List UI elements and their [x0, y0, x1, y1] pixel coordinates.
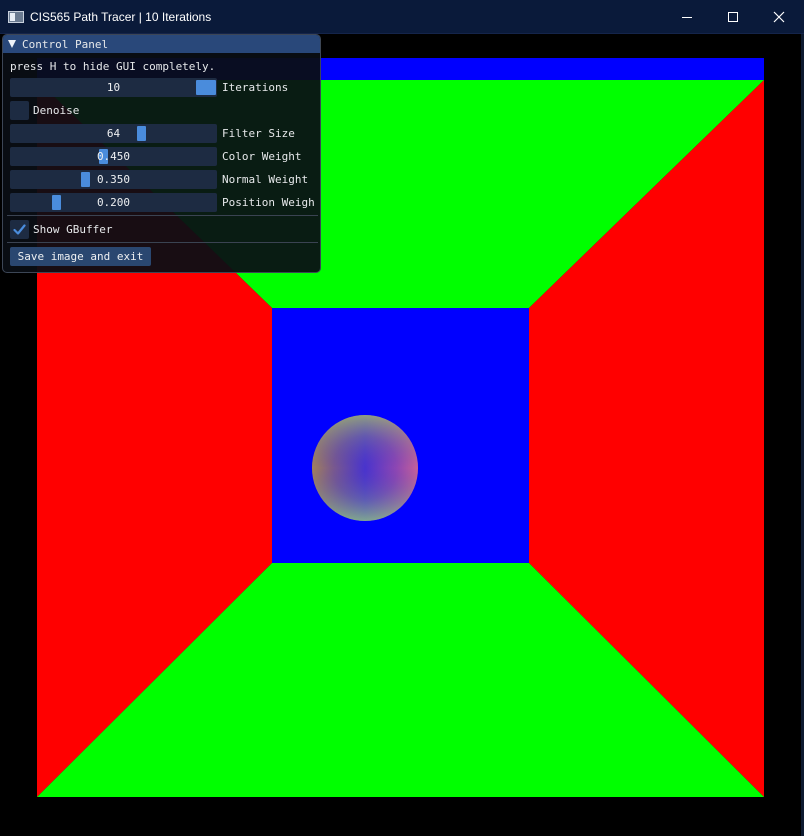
position-weight-value: 0.200	[96, 196, 131, 209]
panel-title: Control Panel	[22, 37, 109, 51]
iterations-label: Iterations	[222, 81, 289, 94]
denoise-checkbox[interactable]	[10, 101, 29, 120]
separator	[7, 215, 318, 216]
minimize-button[interactable]	[664, 0, 710, 34]
hint-text: press H to hide GUI completely.	[10, 60, 216, 73]
maximize-button[interactable]	[710, 0, 756, 34]
denoise-label[interactable]: Denoise	[33, 104, 79, 117]
iterations-slider[interactable]: 10	[10, 78, 217, 97]
close-button[interactable]	[756, 0, 802, 34]
color-weight-value: 0.450	[96, 150, 131, 163]
title-bar[interactable]: CIS565 Path Tracer | 10 Iterations	[0, 0, 804, 34]
show-gbuffer-label[interactable]: Show GBuffer	[33, 223, 112, 236]
separator	[7, 242, 318, 243]
color-weight-label: Color Weight	[222, 150, 302, 163]
normal-weight-value: 0.350	[96, 173, 131, 186]
panel-header[interactable]: Control Panel	[3, 35, 320, 53]
show-gbuffer-checkbox[interactable]	[10, 220, 29, 239]
collapse-triangle-icon[interactable]	[8, 40, 16, 48]
save-image-and-exit-button[interactable]: Save image and exit	[10, 247, 151, 266]
color-weight-slider[interactable]: 0.450	[10, 147, 217, 166]
position-weight-label: Position Weigh	[222, 196, 315, 209]
checkmark-icon	[13, 224, 26, 235]
normal-weight-slider[interactable]: 0.350	[10, 170, 217, 189]
window-title: CIS565 Path Tracer | 10 Iterations	[30, 10, 212, 24]
control-panel[interactable]: Control Panel press H to hide GUI comple…	[2, 34, 321, 273]
window-app-icon	[8, 11, 24, 23]
normal-sphere	[312, 415, 418, 521]
filter-size-label: Filter Size	[222, 127, 295, 140]
filter-size-slider[interactable]: 64	[10, 124, 217, 143]
filter-size-value: 64	[106, 127, 121, 140]
iterations-value: 10	[106, 81, 121, 94]
close-icon	[773, 11, 785, 23]
position-weight-slider[interactable]: 0.200	[10, 193, 217, 212]
maximize-icon	[728, 12, 738, 22]
minimize-icon	[682, 16, 692, 18]
normal-weight-label: Normal Weight	[222, 173, 309, 186]
